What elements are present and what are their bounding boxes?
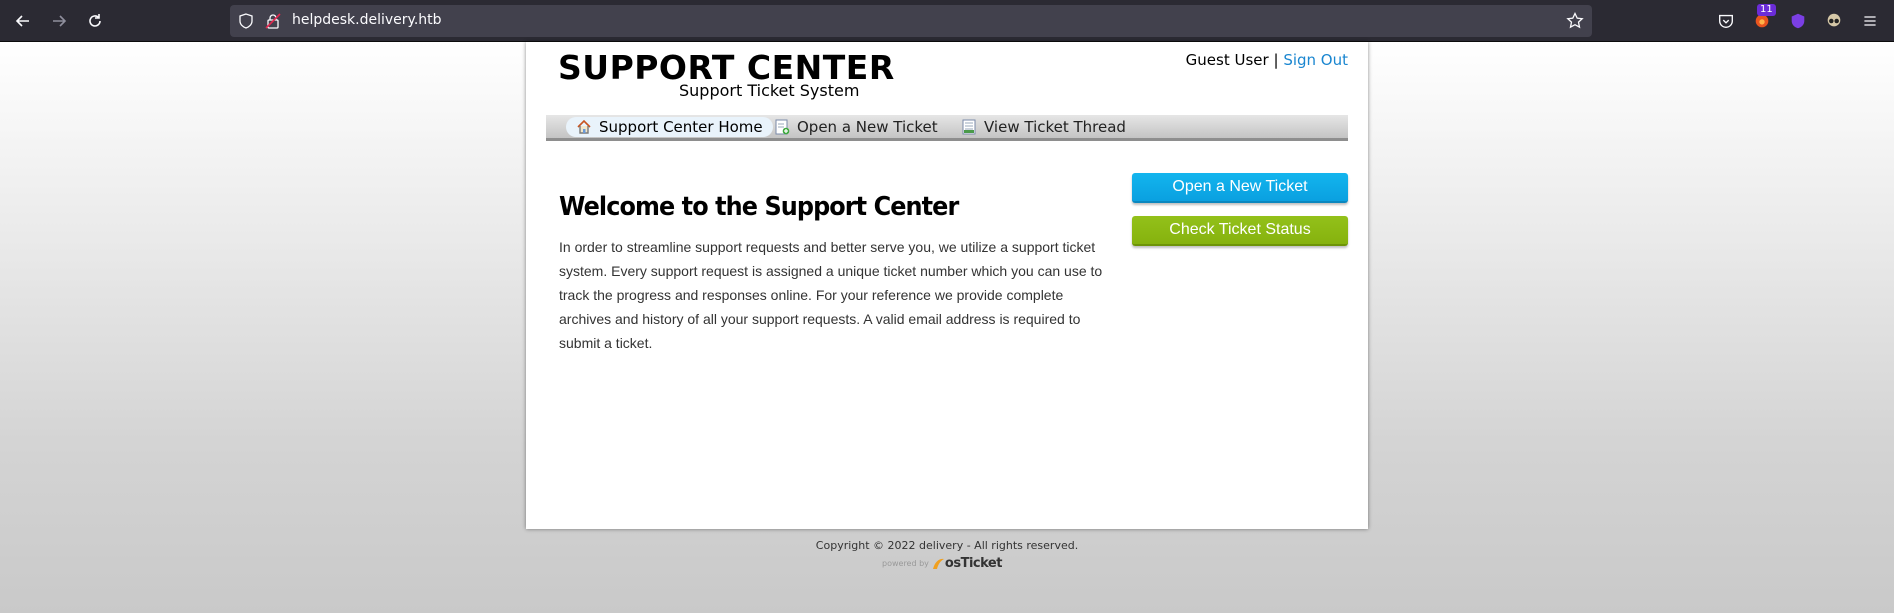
home-icon bbox=[577, 119, 591, 134]
user-info: Guest User | Sign Out bbox=[1186, 51, 1348, 69]
page-background: SUPPORT CENTER Support Ticket System Gue… bbox=[0, 42, 1894, 613]
back-icon[interactable] bbox=[10, 9, 36, 33]
nav-open-ticket[interactable]: Open a New Ticket bbox=[764, 117, 948, 137]
browser-toolbar: helpdesk.delivery.htb 11 bbox=[0, 0, 1894, 42]
url-text[interactable]: helpdesk.delivery.htb bbox=[292, 12, 442, 28]
address-bar[interactable]: helpdesk.delivery.htb bbox=[230, 5, 1592, 37]
menu-icon[interactable] bbox=[1860, 11, 1880, 31]
sign-out-link[interactable]: Sign Out bbox=[1283, 51, 1348, 69]
insecure-lock-icon[interactable] bbox=[265, 13, 281, 29]
logo-subtitle[interactable]: Support Ticket System bbox=[679, 81, 859, 100]
separator: | bbox=[1273, 51, 1279, 69]
page-title: Welcome to the Support Center bbox=[559, 192, 959, 222]
ticket-thread-icon bbox=[962, 119, 976, 135]
pocket-icon[interactable] bbox=[1716, 11, 1736, 31]
osticket-brand: osTicket bbox=[944, 556, 1003, 571]
shield-icon[interactable] bbox=[238, 13, 254, 29]
nav-view-thread[interactable]: View Ticket Thread bbox=[951, 117, 1136, 137]
powered-by-osticket[interactable]: powered by osTicket bbox=[882, 556, 1002, 571]
main-nav: Support Center Home Open a New Ticket Vi… bbox=[546, 115, 1348, 141]
new-ticket-icon bbox=[775, 119, 790, 135]
extension-badge: 11 bbox=[1757, 4, 1776, 16]
copyright: Copyright © 2022 delivery - All rights r… bbox=[815, 539, 1079, 552]
forward-icon[interactable] bbox=[46, 9, 72, 33]
bookmark-star-icon[interactable] bbox=[1566, 12, 1584, 30]
open-new-ticket-button[interactable]: Open a New Ticket bbox=[1132, 173, 1348, 203]
osticket-logo-icon bbox=[932, 558, 944, 569]
support-container: SUPPORT CENTER Support Ticket System Gue… bbox=[526, 42, 1368, 529]
extension-glasses-icon[interactable] bbox=[1824, 11, 1844, 31]
reload-icon[interactable] bbox=[82, 9, 108, 33]
guest-user-label: Guest User bbox=[1185, 51, 1269, 69]
powered-by-label: powered by bbox=[882, 559, 929, 568]
nav-label: Open a New Ticket bbox=[797, 118, 938, 136]
extension-shield-icon[interactable] bbox=[1788, 11, 1808, 31]
nav-label: View Ticket Thread bbox=[984, 118, 1126, 136]
nav-support-home[interactable]: Support Center Home bbox=[566, 117, 773, 137]
intro-text: In order to streamline support requests … bbox=[559, 239, 1103, 351]
check-ticket-status-button[interactable]: Check Ticket Status bbox=[1132, 216, 1348, 246]
nav-label: Support Center Home bbox=[599, 118, 763, 136]
